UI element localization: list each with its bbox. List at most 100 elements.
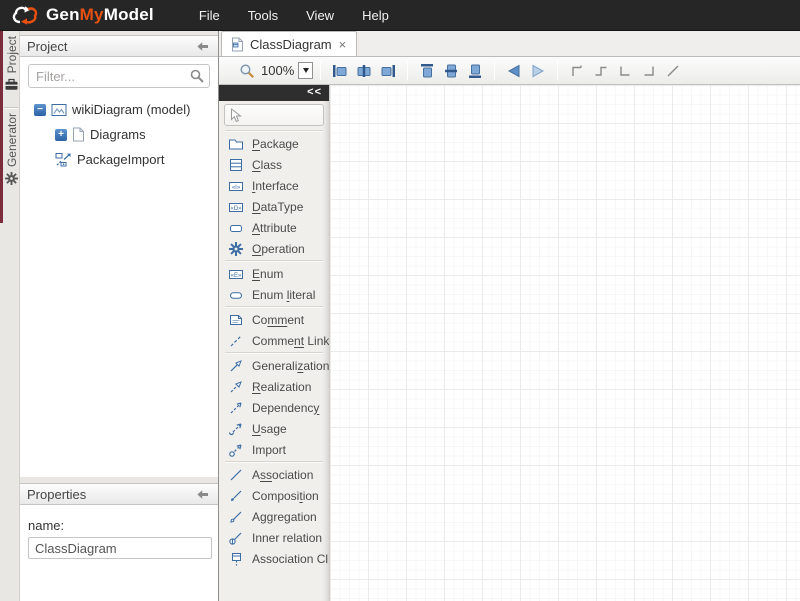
- enum-icon: «E»: [228, 266, 244, 282]
- tree-item-label: wikiDiagram (model): [72, 102, 190, 117]
- name-field[interactable]: [28, 537, 212, 559]
- palette-item-association-class[interactable]: Association Cl...: [219, 548, 329, 569]
- left-panel-column: Project −: [20, 31, 218, 601]
- collapse-left-arrow-icon[interactable]: [197, 41, 211, 51]
- palette-item-datatype[interactable]: «D» DataType: [219, 196, 329, 217]
- tree-item-diagrams[interactable]: + Diagrams: [28, 122, 210, 147]
- palette-divider: [225, 130, 323, 132]
- align-top-button[interactable]: [415, 60, 439, 82]
- palette-item-label: Comment Link: [252, 334, 329, 348]
- palette-item-import[interactable]: Import: [219, 439, 329, 460]
- briefcase-icon: [5, 78, 18, 91]
- palette-item-label: DataType: [252, 200, 303, 214]
- generator-tab-label: Generator: [5, 113, 19, 167]
- collapse-left-arrow-icon[interactable]: [197, 489, 211, 499]
- project-panel-header: Project: [20, 35, 218, 57]
- align-middle-button[interactable]: [439, 60, 463, 82]
- inner-relation-icon: [228, 530, 244, 546]
- connector-elbow-j-button[interactable]: [637, 60, 661, 82]
- usage-icon: [228, 421, 244, 437]
- flip-right-button[interactable]: [526, 60, 550, 82]
- palette-item-realization[interactable]: Realization: [219, 376, 329, 397]
- flip-left-button[interactable]: [502, 60, 526, 82]
- tree-item-packageimport[interactable]: PackageImport: [28, 147, 210, 172]
- connector-elbow-zigzag-button[interactable]: [589, 60, 613, 82]
- connector-elbow-up-button[interactable]: [565, 60, 589, 82]
- palette-item-label: Aggregation: [252, 510, 317, 524]
- palette-item-enum-literal[interactable]: Enum literal: [219, 284, 329, 305]
- palette-item-class[interactable]: Class: [219, 154, 329, 175]
- aggregation-icon: [228, 509, 244, 525]
- palette-item-label: Dependency: [252, 401, 319, 415]
- palette-item-generalization[interactable]: Generalization: [219, 355, 329, 376]
- palette-item-label: Import: [252, 443, 286, 457]
- collapse-expander-icon[interactable]: −: [34, 104, 46, 116]
- align-left-button[interactable]: [328, 60, 352, 82]
- palette-item-interface[interactable]: «I» Interface: [219, 175, 329, 196]
- palette-item-label: Package: [252, 137, 299, 151]
- palette-item-usage[interactable]: Usage: [219, 418, 329, 439]
- palette-item-inner-relation[interactable]: Inner relation: [219, 527, 329, 548]
- palette-item-package[interactable]: Package: [219, 133, 329, 154]
- sidebar-tab-generator[interactable]: Generator: [3, 113, 20, 185]
- close-icon[interactable]: ×: [338, 37, 348, 52]
- connector-straight-button[interactable]: [661, 60, 685, 82]
- sidebar-tab-project[interactable]: Project: [3, 36, 20, 91]
- palette-item-aggregation[interactable]: Aggregation: [219, 506, 329, 527]
- tree-item-model[interactable]: − wikiDiagram (model): [28, 97, 210, 122]
- class-icon: [228, 157, 244, 173]
- align-center-button[interactable]: [352, 60, 376, 82]
- comment-icon: [228, 312, 244, 328]
- palette-divider: [225, 461, 323, 463]
- menu-file[interactable]: File: [192, 2, 227, 29]
- palette-item-enum[interactable]: «E» Enum: [219, 263, 329, 284]
- tree-item-label: Diagrams: [90, 127, 146, 142]
- connector-elbow-l-button[interactable]: [613, 60, 637, 82]
- toolbar-separator: [320, 61, 321, 80]
- main-menu: File Tools View Help: [192, 2, 396, 29]
- datatype-icon: «D»: [228, 199, 244, 215]
- palette-item-label: Enum literal: [252, 288, 315, 302]
- toolbar-separator: [494, 61, 495, 80]
- menu-tools[interactable]: Tools: [241, 2, 285, 29]
- palette-item-composition[interactable]: Composition: [219, 485, 329, 506]
- editor-toolbar: 100%: [219, 57, 800, 85]
- palette-item-label: Interface: [252, 179, 299, 193]
- cloud-logo-icon: [8, 3, 42, 27]
- menu-help[interactable]: Help: [355, 2, 396, 29]
- class-diagram-file-icon: [231, 37, 244, 52]
- tool-palette: << Package Class «I» Interfac: [219, 85, 330, 601]
- menu-view[interactable]: View: [299, 2, 341, 29]
- import-icon: [228, 442, 244, 458]
- palette-item-label: Usage: [252, 422, 287, 436]
- align-right-button[interactable]: [376, 60, 400, 82]
- expand-expander-icon[interactable]: +: [55, 129, 67, 141]
- tabstrip-divider: [4, 107, 18, 108]
- dependency-icon: [228, 400, 244, 416]
- generalization-icon: [228, 358, 244, 374]
- properties-panel-body: name:: [20, 505, 218, 601]
- filter-input[interactable]: [28, 64, 210, 88]
- diagram-canvas[interactable]: [330, 85, 800, 601]
- interface-icon: «I»: [228, 178, 244, 194]
- align-bottom-button[interactable]: [463, 60, 487, 82]
- palette-item-operation[interactable]: Operation: [219, 238, 329, 259]
- selection-tool[interactable]: [224, 104, 324, 126]
- properties-panel: Properties name:: [20, 483, 218, 601]
- palette-item-comment[interactable]: Comment: [219, 309, 329, 330]
- attribute-icon: [228, 220, 244, 236]
- cursor-icon: [230, 108, 242, 123]
- zoom-level: 100%: [261, 63, 294, 78]
- palette-item-attribute[interactable]: Attribute: [219, 217, 329, 238]
- zoom-dropdown-button[interactable]: [298, 62, 313, 79]
- palette-item-association[interactable]: Association: [219, 464, 329, 485]
- palette-item-label: Realization: [252, 380, 311, 394]
- palette-collapse-button[interactable]: <<: [219, 85, 329, 101]
- brand-logo[interactable]: GenMyModel: [0, 3, 154, 27]
- palette-item-dependency[interactable]: Dependency: [219, 397, 329, 418]
- palette-item-comment-link[interactable]: Comment Link: [219, 330, 329, 351]
- genmymodel-app: GenMyModel File Tools View Help Project …: [0, 0, 800, 601]
- toolbar-separator: [407, 61, 408, 80]
- tab-classdiagram[interactable]: ClassDiagram ×: [221, 31, 357, 56]
- zoom-button[interactable]: [235, 60, 259, 82]
